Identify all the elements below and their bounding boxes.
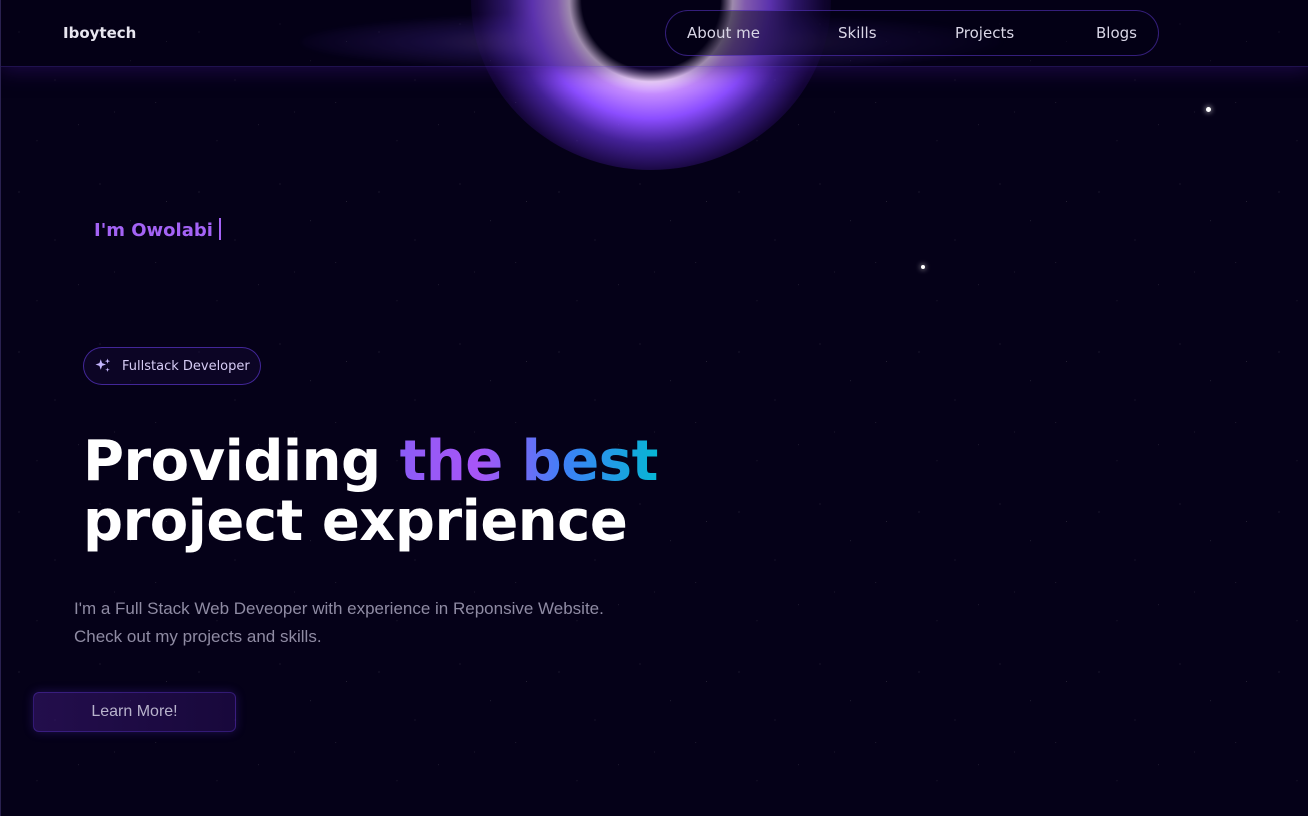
typed-intro: I'm Owolabi — [94, 218, 221, 241]
hero-headline: Providing the best project exprience — [83, 432, 658, 552]
role-badge: Fullstack Developer — [83, 347, 261, 385]
nav-item-blogs[interactable]: Blogs — [1096, 24, 1137, 42]
nav-item-projects[interactable]: Projects — [955, 24, 1014, 42]
description-line1: I'm a Full Stack Web Deveoper with exper… — [74, 599, 604, 618]
text-cursor — [218, 218, 221, 240]
headline-part1: Providing — [83, 429, 400, 494]
page: Iboytech About me Skills Projects Blogs … — [0, 0, 1308, 816]
sparkles-icon — [95, 358, 111, 372]
star — [1206, 107, 1211, 112]
headline-line2: project exprience — [83, 489, 628, 554]
nav-menu: About me Skills Projects Blogs — [665, 10, 1159, 56]
headline-highlight: the best — [399, 429, 659, 494]
learn-more-button[interactable]: Learn More! — [33, 692, 236, 732]
nav-item-about-me[interactable]: About me — [687, 24, 760, 42]
hero-description: I'm a Full Stack Web Deveoper with exper… — [74, 595, 714, 651]
description-line2: Check out my projects and skills. — [74, 627, 322, 646]
star — [921, 265, 925, 269]
nav-item-skills[interactable]: Skills — [838, 24, 877, 42]
navbar: Iboytech About me Skills Projects Blogs — [1, 0, 1308, 67]
brand-logo[interactable]: Iboytech — [63, 24, 136, 42]
role-badge-label: Fullstack Developer — [122, 358, 250, 374]
typed-intro-text: I'm Owolabi — [94, 220, 213, 241]
